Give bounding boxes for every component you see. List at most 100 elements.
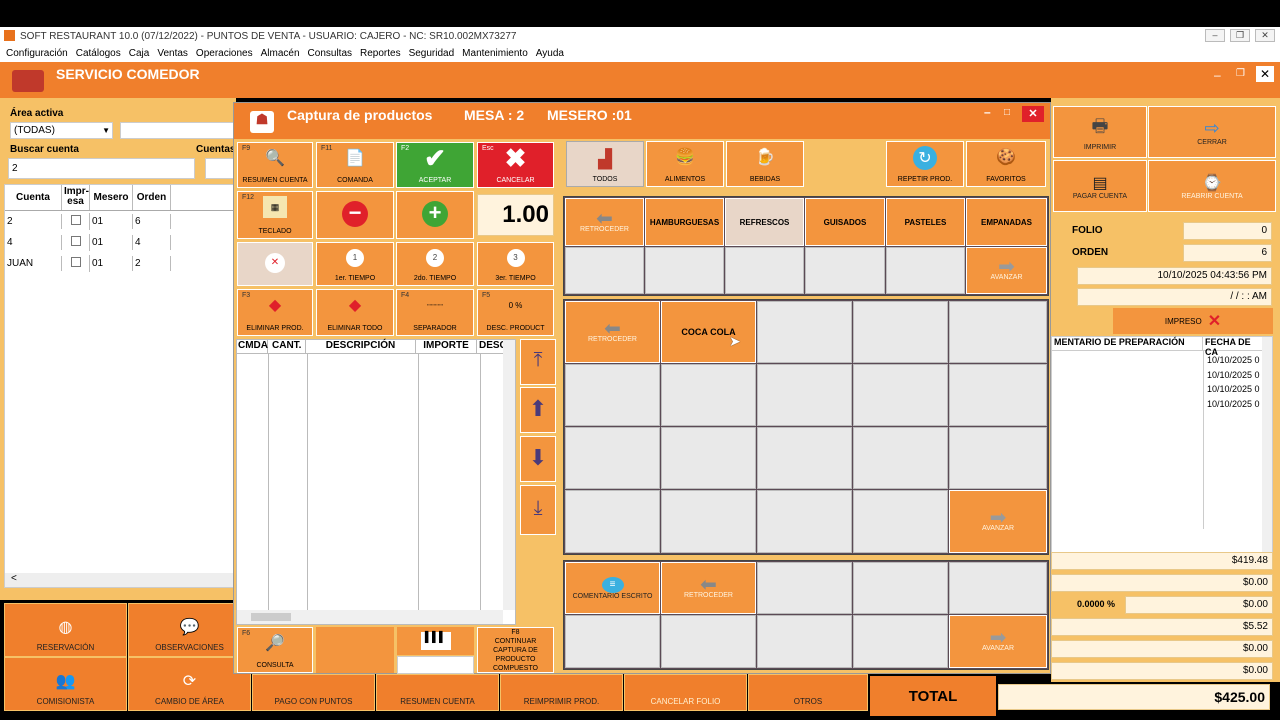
continuar-captura-button[interactable]: F8 CONTINUAR CAPTURA DE PRODUCTO COMPUEST…	[477, 627, 554, 673]
subgroup-empanadas[interactable]: EMPANADAS	[966, 198, 1047, 246]
dialog-maximize-button[interactable]: □	[1004, 107, 1010, 118]
h-scrollbar[interactable]: <	[5, 573, 235, 587]
window-minimize-button[interactable]: –	[1214, 68, 1221, 82]
menu-caja[interactable]: Caja	[129, 48, 150, 59]
v-scrollbar[interactable]	[1262, 337, 1272, 557]
menu-seguridad[interactable]: Seguridad	[409, 48, 455, 59]
window-close-button[interactable]: ✕	[1256, 66, 1274, 82]
dialog-minimize-button[interactable]: –	[984, 105, 991, 119]
table-v-scrollbar[interactable]	[503, 340, 515, 610]
reabrir-cuenta-button[interactable]: ⌚ REABRIR CUENTA	[1148, 160, 1276, 212]
impresa-checkbox[interactable]	[70, 215, 81, 225]
mesa-label: MESA : 2	[464, 107, 525, 123]
imprimir-button[interactable]: 🖶 IMPRIMIR	[1053, 106, 1147, 158]
reimprimir-button[interactable]: REIMPRIMIR PROD.	[500, 674, 623, 711]
group-bebidas-button[interactable]: 🍺 BEBIDAS	[726, 141, 804, 187]
speech-bubble-icon: 💬	[179, 619, 200, 636]
fkey-label: F4	[401, 292, 410, 299]
subgroup-retroceder-button[interactable]: ⬅ RETROCEDER	[565, 198, 644, 246]
repetir-prod-button[interactable]: ↻ REPETIR PROD.	[886, 141, 964, 187]
fecha-cierre-value: / / : : AM	[1077, 288, 1272, 306]
plus-button[interactable]: +	[396, 191, 474, 239]
product-empty-cell	[757, 364, 852, 426]
comentario-escrito-button[interactable]: ≡ COMENTARIO ESCRITO	[565, 562, 660, 614]
menu-catalogos[interactable]: Catálogos	[76, 48, 121, 59]
cerrar-button[interactable]: ⇨ CERRAR	[1148, 106, 1276, 158]
otros-button[interactable]: OTROS	[748, 674, 868, 711]
fkey-label: F3	[242, 292, 251, 299]
menu-reportes[interactable]: Reportes	[360, 48, 401, 59]
subgroup-refrescos[interactable]: REFRESCOS	[725, 198, 804, 246]
scroll-down-button[interactable]: ⬇	[520, 436, 556, 482]
menu-mantenimiento[interactable]: Mantenimiento	[462, 48, 528, 59]
area-extra-field[interactable]	[120, 122, 234, 139]
subgroup-avanzar-button[interactable]: ➡ AVANZAR	[966, 247, 1047, 294]
pago-puntos-button[interactable]: PAGO CON PUNTOS	[252, 674, 375, 711]
tiempo-1-button[interactable]: 1 1er. TIEMPO	[316, 242, 394, 286]
barcode-button[interactable]: ▌▌▌	[397, 627, 474, 655]
dialog-close-button[interactable]: ✕	[1022, 106, 1044, 122]
modifiers-avanzar-button[interactable]: ➡ AVANZAR	[949, 615, 1047, 668]
desc-producto-button[interactable]: F5 0 % DESC. PRODUCT	[477, 289, 554, 336]
menu-ventas[interactable]: Ventas	[157, 48, 188, 59]
modifiers-retroceder-button[interactable]: ⬅ RETROCEDER	[661, 562, 756, 614]
consulta-button[interactable]: F6 🔎 CONSULTA	[237, 627, 313, 673]
window-restore-button[interactable]: ❐	[1236, 68, 1245, 79]
area-select[interactable]: (TODAS) ▼	[10, 122, 113, 139]
favoritos-button[interactable]: 🍪 FAVORITOS	[966, 141, 1046, 187]
col-orden: Orden	[133, 185, 171, 210]
table-row[interactable]: JUAN 01 2	[5, 253, 235, 274]
scroll-up-button[interactable]: ⬆	[520, 387, 556, 433]
pagar-cuenta-button[interactable]: ▤ PAGAR CUENTA	[1053, 160, 1147, 212]
eliminar-prod-button[interactable]: F3 ◆ ELIMINAR PROD.	[237, 289, 313, 336]
col-fecha: FECHA DE CA	[1205, 337, 1251, 357]
retroceder-label: RETROCEDER	[579, 225, 629, 233]
cancelar-folio-button[interactable]: CANCELAR FOLIO	[624, 674, 747, 711]
modifier-empty-cell	[757, 562, 852, 614]
x-icon: ✕	[1207, 313, 1222, 330]
comisionista-button[interactable]: 👥 COMISIONISTA	[4, 657, 127, 711]
menu-almacen[interactable]: Almacén	[261, 48, 300, 59]
aceptar-button[interactable]: F2 ✔ ACEPTAR	[396, 142, 474, 188]
products-retroceder-button[interactable]: ⬅ RETROCEDER	[565, 301, 660, 363]
group-alimentos-button[interactable]: 🍔 ALIMENTOS	[646, 141, 724, 187]
separador-button[interactable]: F4 ┈┈┈ SEPARADOR	[396, 289, 474, 336]
cuentas-field[interactable]	[205, 158, 235, 179]
close-button[interactable]: ✕	[1255, 29, 1275, 42]
reservacion-button[interactable]: ◍ RESERVACIÓN	[4, 603, 127, 657]
menu-configuracion[interactable]: Configuración	[6, 48, 68, 59]
eliminar-todo-button[interactable]: ◆ ELIMINAR TODO	[316, 289, 394, 336]
barcode-input[interactable]	[397, 656, 474, 674]
impresa-checkbox[interactable]	[70, 236, 81, 246]
search-input[interactable]: 2	[8, 158, 195, 179]
minus-button[interactable]: −	[316, 191, 394, 239]
cancelar-button[interactable]: Esc ✖ CANCELAR	[477, 142, 554, 188]
product-coca-cola[interactable]: COCA COLA	[661, 301, 756, 363]
teclado-label: TECLADO	[258, 228, 292, 235]
minimize-button[interactable]: –	[1205, 29, 1225, 42]
menu-operaciones[interactable]: Operaciones	[196, 48, 253, 59]
comanda-button[interactable]: F11 📄 COMANDA	[316, 142, 394, 188]
app-icon	[4, 30, 15, 41]
scroll-bottom-button[interactable]: ⤓	[520, 485, 556, 535]
subgroup-hamburguesas[interactable]: HAMBURGUESAS	[645, 198, 724, 246]
quantity-display[interactable]: 1.00	[477, 194, 554, 236]
group-todos-button[interactable]: ▟ TODOS	[566, 141, 644, 187]
table-h-scrollbar[interactable]	[237, 610, 503, 624]
scroll-top-button[interactable]: ⤒	[520, 339, 556, 385]
tiempo-indicator[interactable]: ✕	[237, 242, 313, 286]
table-row[interactable]: 4 01 4	[5, 232, 235, 253]
subgroup-guisados[interactable]: GUISADOS	[805, 198, 885, 246]
teclado-button[interactable]: F12 ▦ TECLADO	[237, 191, 313, 239]
impresa-checkbox[interactable]	[70, 257, 81, 267]
subgroup-pasteles[interactable]: PASTELES	[886, 198, 965, 246]
tiempo-3-button[interactable]: 3 3er. TIEMPO	[477, 242, 554, 286]
resumen-cuenta-button[interactable]: F9 🔍 RESUMEN CUENTA	[237, 142, 313, 188]
products-avanzar-button[interactable]: ➡ AVANZAR	[949, 490, 1047, 553]
table-row[interactable]: 2 01 6	[5, 211, 235, 232]
tiempo-2-button[interactable]: 2 2do. TIEMPO	[396, 242, 474, 286]
menu-ayuda[interactable]: Ayuda	[536, 48, 564, 59]
maximize-button[interactable]: ❐	[1230, 29, 1250, 42]
menu-consultas[interactable]: Consultas	[308, 48, 352, 59]
resumen-cuenta-bottom-button[interactable]: RESUMEN CUENTA	[376, 674, 499, 711]
